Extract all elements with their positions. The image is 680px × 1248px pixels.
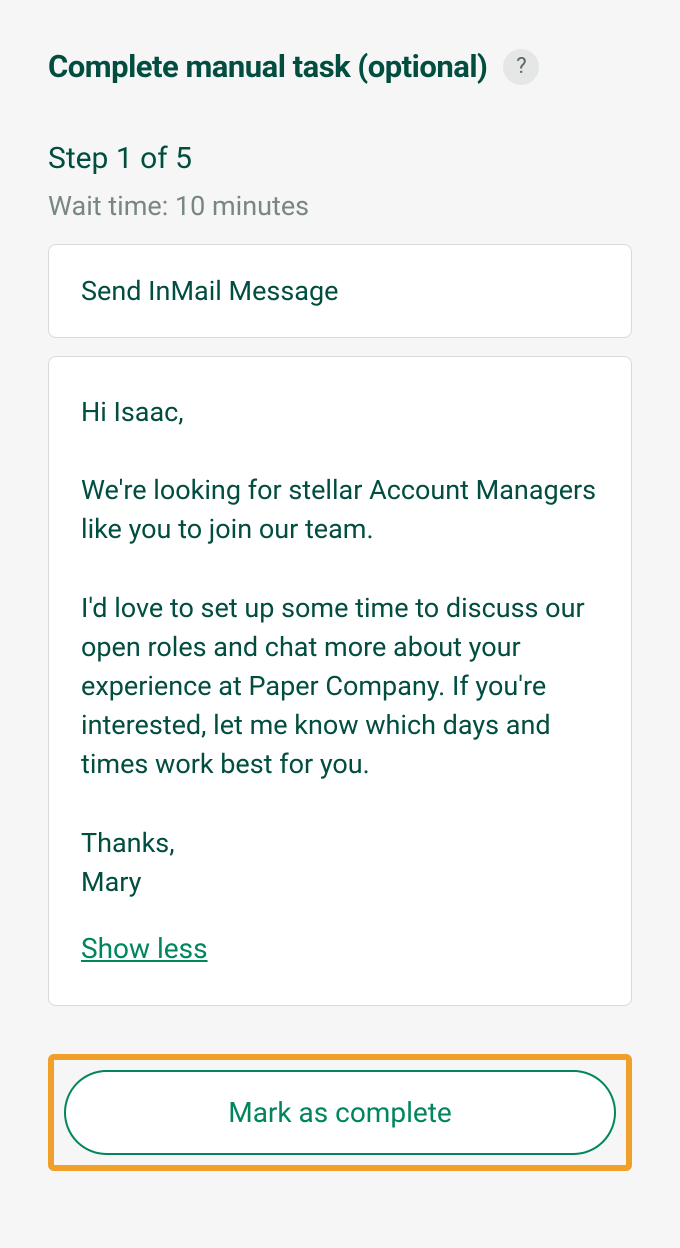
step-label: Step 1 of 5 (48, 141, 632, 176)
message-body: Hi Isaac, We're looking for stellar Acco… (81, 393, 599, 902)
help-icon[interactable]: ? (503, 49, 539, 85)
highlight-box: Mark as complete (48, 1054, 632, 1171)
mark-complete-button[interactable]: Mark as complete (64, 1070, 616, 1155)
header-row: Complete manual task (optional) ? (48, 48, 632, 85)
page-title: Complete manual task (optional) (48, 48, 487, 85)
show-less-link[interactable]: Show less (81, 932, 208, 965)
subject-text: Send InMail Message (81, 275, 599, 307)
wait-time-label: Wait time: 10 minutes (48, 190, 632, 222)
message-box: Hi Isaac, We're looking for stellar Acco… (48, 356, 632, 1006)
subject-box: Send InMail Message (48, 244, 632, 338)
